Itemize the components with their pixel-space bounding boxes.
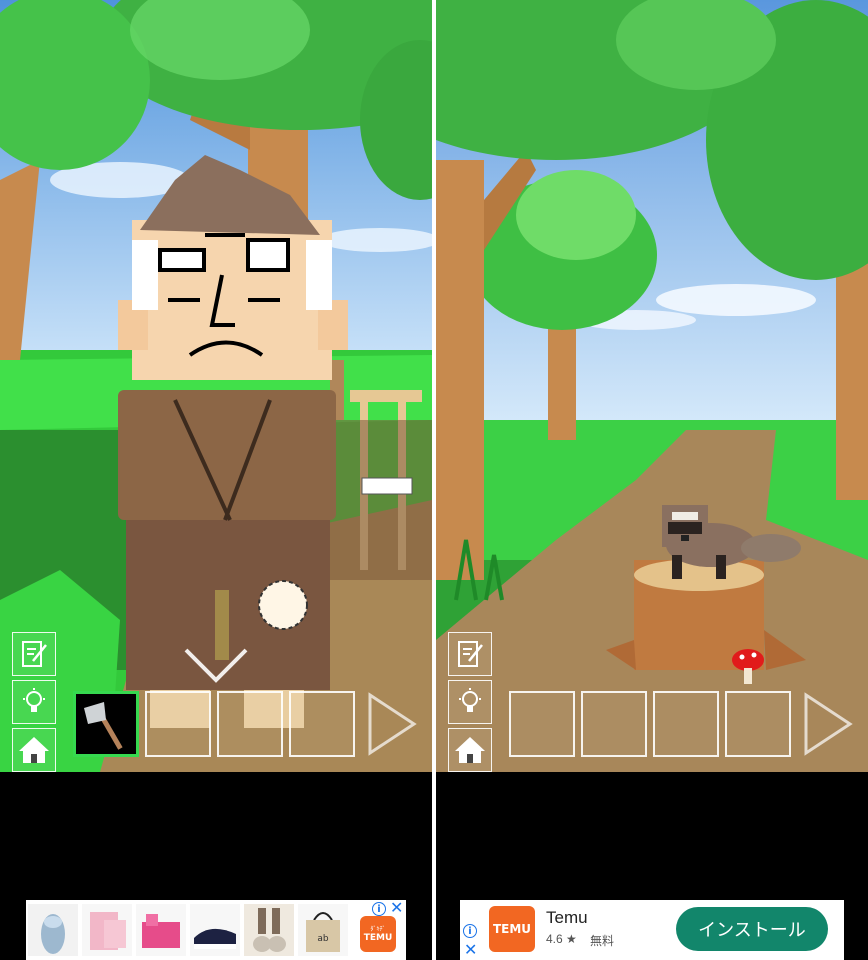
ad-info-icon[interactable]: i — [463, 924, 477, 938]
temu-logo-text: TEMU — [363, 932, 393, 943]
ad-rating: 4.6 ★ — [546, 932, 577, 946]
ad-banner-products[interactable]: ab ﾀﾞｷﾁﾞ TEMU i ✕ — [26, 898, 406, 960]
home-icon — [19, 737, 49, 763]
ad-app-name: Temu — [546, 908, 588, 927]
lightbulb-icon — [459, 688, 481, 712]
pink-wallet-image — [82, 904, 132, 956]
ad-info-icon[interactable]: i — [372, 902, 386, 916]
game-scene-villager[interactable] — [0, 0, 432, 772]
memo-button[interactable] — [448, 632, 492, 676]
temu-logo: ﾀﾞｷﾁﾞ TEMU — [360, 916, 396, 952]
home-button[interactable] — [12, 728, 56, 772]
temu-app-icon: TEMU — [489, 906, 535, 952]
inventory-next-button[interactable] — [366, 691, 418, 757]
black-sneakers-image — [190, 904, 240, 956]
ad-banner-temu-app[interactable]: TEMU Temu 4.6 ★ 無料 インストール i ✕ — [460, 900, 844, 960]
inventory-slot-1[interactable] — [509, 691, 575, 757]
sandals-image — [28, 904, 78, 956]
inventory-slot-2[interactable] — [145, 691, 211, 757]
home-button[interactable] — [448, 728, 492, 772]
close-icon[interactable]: ✕ — [390, 898, 403, 917]
axe-icon — [84, 702, 123, 750]
hint-button[interactable] — [448, 680, 492, 724]
memo-icon — [458, 641, 483, 667]
ad-price: 無料 — [590, 934, 615, 948]
right-game-screen: TEMU Temu 4.6 ★ 無料 インストール i ✕ — [436, 0, 868, 960]
lightbulb-icon — [23, 688, 45, 712]
lace-slip-ons-image — [244, 904, 294, 956]
inventory-slot-1[interactable] — [73, 691, 139, 757]
triangle-right-icon — [368, 692, 417, 756]
inventory-slot-4[interactable] — [289, 691, 355, 757]
left-game-screen: ab ﾀﾞｷﾁﾞ TEMU i ✕ — [0, 0, 432, 960]
pink-organizer-image — [136, 904, 186, 956]
inventory-slot-3[interactable] — [653, 691, 719, 757]
memo-icon — [22, 641, 47, 667]
temu-logo-mark: ﾀﾞｷﾁﾞ — [370, 925, 386, 933]
inventory-slot-4[interactable] — [725, 691, 791, 757]
svg-text:ab: ab — [317, 934, 329, 944]
close-icon[interactable]: ✕ — [464, 940, 477, 959]
hint-button[interactable] — [12, 680, 56, 724]
memo-button[interactable] — [12, 632, 56, 676]
game-scene-tanuki[interactable] — [436, 0, 868, 772]
temu-logo-text: TEMU — [492, 922, 532, 936]
inventory-slot-2[interactable] — [581, 691, 647, 757]
inventory-slot-3[interactable] — [217, 691, 283, 757]
triangle-right-icon — [804, 692, 853, 756]
home-icon — [455, 737, 485, 763]
tote-bag-image: ab — [298, 904, 348, 956]
inventory-next-button[interactable] — [802, 691, 854, 757]
install-button[interactable]: インストール — [676, 907, 828, 951]
